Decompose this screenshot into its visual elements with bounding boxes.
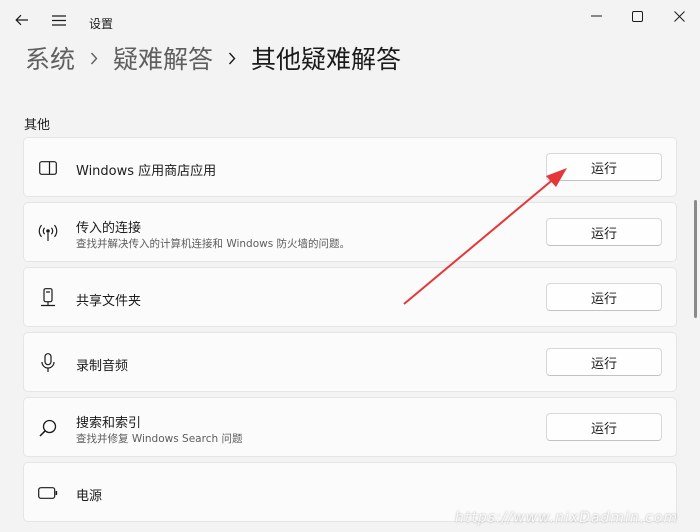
troubleshooter-title: 搜索和索引 [76,416,142,431]
chevron-right-icon [229,52,236,64]
troubleshooter-card: 传入的连接 查找并解决传入的计算机连接和 Windows 防火墙的问题。 运行 [23,202,677,262]
run-button[interactable]: 运行 [546,218,662,246]
broadcast-icon [38,223,58,243]
troubleshooter-description: 查找并解决传入的计算机连接和 Windows 防火墙的问题。 [76,238,351,250]
breadcrumb-separator [213,52,251,65]
troubleshooter-title: 录制音频 [76,359,129,374]
run-button[interactable]: 运行 [546,348,662,376]
search-icon [38,418,58,438]
maximize-button[interactable] [614,0,660,32]
run-button[interactable]: 运行 [546,153,662,181]
back-arrow-icon [15,14,28,26]
breadcrumb-item-system[interactable]: 系统 [25,40,75,76]
run-button[interactable]: 运行 [546,283,662,311]
section-label: 其他 [24,118,51,133]
troubleshooter-card: 共享文件夹 运行 [23,267,677,327]
breadcrumb: 系统 疑难解答 其他疑难解答 [25,38,401,78]
back-button[interactable] [9,9,35,31]
troubleshooter-title: Windows 应用商店应用 [76,164,217,179]
run-button[interactable]: 运行 [546,413,662,441]
troubleshooter-description: 查找并修复 Windows Search 问题 [76,433,243,445]
troubleshooter-card: 搜索和索引 查找并修复 Windows Search 问题 运行 [23,397,677,457]
shared-folder-server-icon [38,288,58,308]
troubleshooter-title: 传入的连接 [76,221,142,236]
breadcrumb-separator [75,52,113,65]
close-icon [673,10,685,22]
app-window-icon [38,158,58,178]
watermark: https://www.nixDadmin.com [455,510,679,526]
microphone-icon [38,353,58,373]
troubleshooter-title: 共享文件夹 [76,294,142,309]
battery-icon [38,483,58,503]
page-title: 其他疑难解答 [251,45,402,74]
scrollbar-thumb[interactable] [694,200,697,318]
minimize-icon [590,15,602,17]
navigation-menu-button[interactable] [46,9,72,31]
app-title: 设置 [89,17,114,31]
troubleshooter-title: 电源 [76,489,103,504]
close-button[interactable] [656,0,700,32]
troubleshooter-card: 录制音频 运行 [23,332,677,392]
breadcrumb-item-troubleshoot[interactable]: 疑难解答 [113,40,213,76]
minimize-button[interactable] [573,0,619,32]
maximize-icon [631,10,643,22]
troubleshooter-card: Windows 应用商店应用 运行 [23,137,677,197]
hamburger-menu-icon [52,14,66,26]
chevron-right-icon [90,52,98,64]
troubleshooter-list: Windows 应用商店应用 运行 传入的连接 查找并解决传入的计算机连接和 W… [0,136,700,532]
title-bar: 设置 [0,0,700,40]
